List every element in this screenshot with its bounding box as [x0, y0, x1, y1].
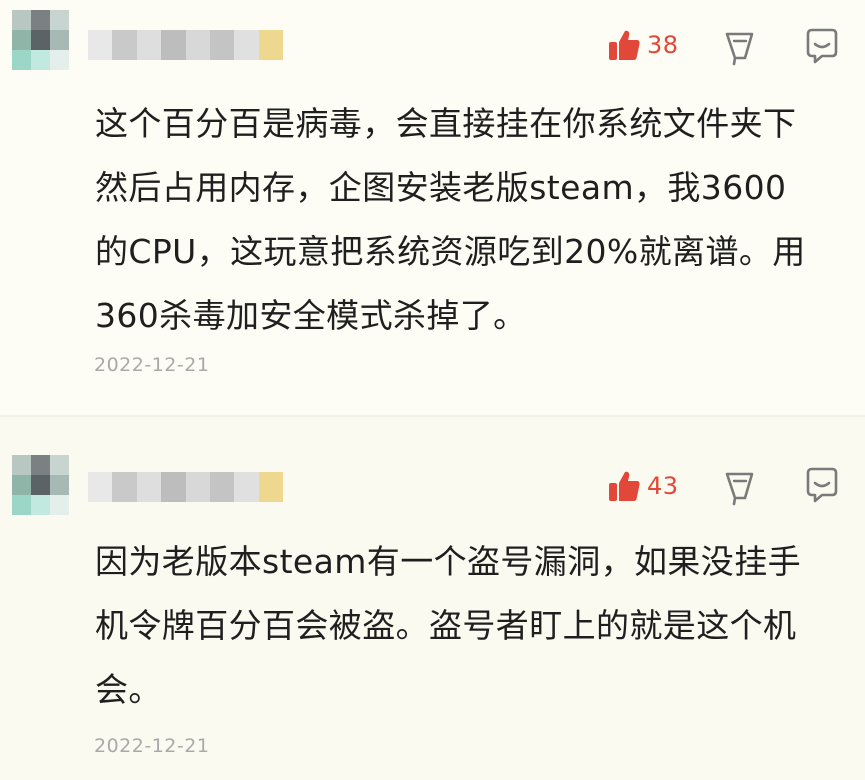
like-button[interactable]: 43 — [607, 469, 679, 503]
avatar[interactable] — [12, 10, 70, 72]
username-blurred[interactable] — [88, 472, 283, 502]
comment-date: 2022-12-21 — [94, 354, 210, 376]
like-button[interactable]: 38 — [607, 28, 679, 62]
username-blurred[interactable] — [88, 30, 283, 60]
like-count: 38 — [647, 31, 679, 59]
comment-text: 这个百分百是病毒，会直接挂在你系统文件夹下 然后占用内存，企图安装老版steam… — [95, 104, 806, 335]
comment-text: 因为老版本steam有一个盗号漏洞，如果没挂手 机令牌百分百会被盗。盗号者盯上的… — [95, 542, 802, 709]
like-count: 43 — [647, 472, 679, 500]
flag-icon[interactable] — [722, 30, 758, 66]
flag-icon[interactable] — [722, 470, 758, 506]
thumb-up-icon — [609, 30, 640, 60]
thumb-up-icon — [609, 471, 640, 501]
comment-card: 38 这个百分百是病毒，会直接挂在你系统文件夹下 然后占用内存，企图安装老版st… — [0, 0, 865, 415]
chat-icon[interactable] — [804, 28, 840, 64]
chat-icon[interactable] — [804, 467, 840, 503]
comment-date: 2022-12-21 — [94, 735, 210, 757]
avatar[interactable] — [12, 455, 70, 517]
comment-card: 43 因为老版本steam有一个盗号漏洞，如果没挂手 机令牌百分百会被盗。盗号者… — [0, 417, 865, 780]
